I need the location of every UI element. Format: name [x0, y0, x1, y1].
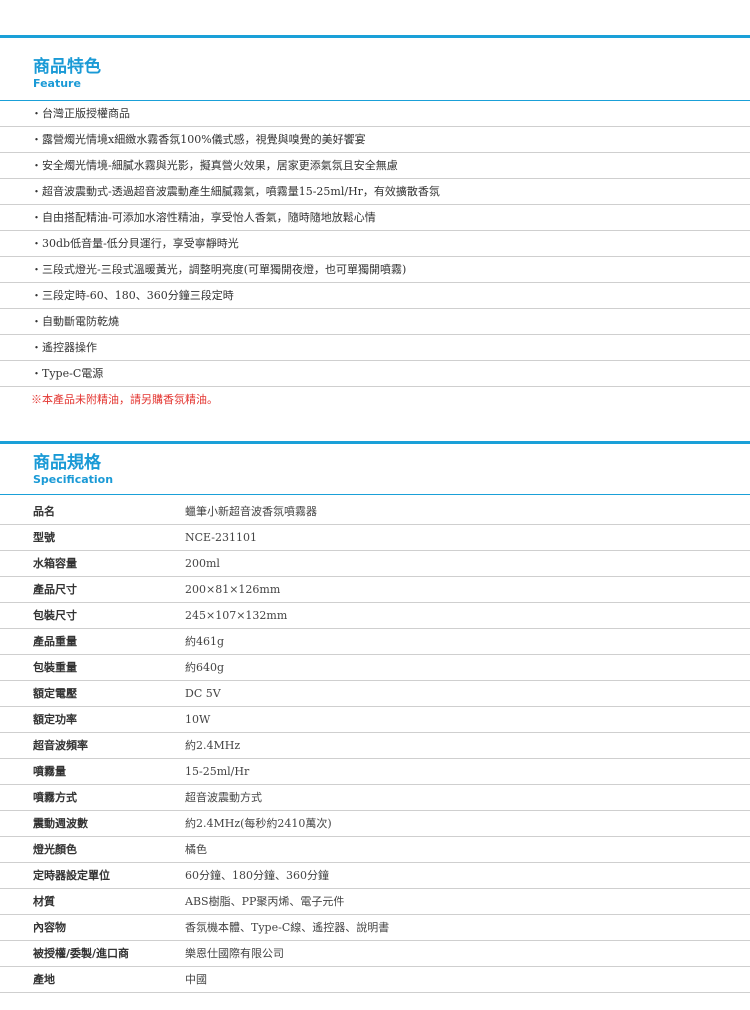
spec-value: 10W — [185, 713, 211, 726]
spec-value: 約640g — [185, 661, 225, 674]
spec-value: 15-25ml/Hr — [185, 765, 250, 778]
spec-row: 震動週波數 約2.4MHz(每秒約2410萬次) — [0, 811, 750, 837]
spec-key: 超音波頻率 — [33, 739, 88, 752]
spec-value: 超音波震動方式 — [185, 791, 262, 804]
spec-key: 噴霧方式 — [33, 791, 77, 804]
spec-row: 燈光顏色 橘色 — [0, 837, 750, 863]
spec-section: 商品規格 Specification 品名 蠟筆小新超音波香氛噴霧器 型號 NCE-… — [0, 441, 750, 993]
feature-item: ・自動斷電防乾燒 — [0, 309, 750, 335]
spec-row: 額定電壓 DC 5V — [0, 681, 750, 707]
spec-row: 品名 蠟筆小新超音波香氛噴霧器 — [0, 499, 750, 525]
spec-value: ABS樹脂、PP聚丙烯、電子元件 — [185, 895, 345, 908]
spec-value: 約461g — [185, 635, 225, 648]
spec-row: 額定功率 10W — [0, 707, 750, 733]
spec-row: 噴霧量 15-25ml/Hr — [0, 759, 750, 785]
feature-item: ・Type-C電源 — [0, 361, 750, 387]
spec-key: 定時器設定單位 — [33, 869, 110, 882]
feature-item: ・三段定時-60、180、360分鐘三段定時 — [0, 283, 750, 309]
feature-item: ・三段式燈光-三段式溫暖黃光，調整明亮度(可單獨開夜燈，也可單獨開噴霧) — [0, 257, 750, 283]
feature-note: ※本產品未附精油，請另購香氛精油。 — [31, 393, 218, 406]
spec-key: 包裝尺寸 — [33, 609, 77, 622]
spec-value: 橘色 — [185, 843, 207, 856]
spec-key: 燈光顏色 — [33, 843, 77, 856]
spec-row: 內容物 香氛機本體、Type-C線、遙控器、說明書 — [0, 915, 750, 941]
spec-table: 品名 蠟筆小新超音波香氛噴霧器 型號 NCE-231101 水箱容量 200ml 產品… — [0, 495, 750, 993]
feature-item: ・超音波震動式-透過超音波震動產生細膩霧氣，噴霧量15-25ml/Hr，有效擴散… — [0, 179, 750, 205]
spec-key: 震動週波數 — [33, 817, 88, 830]
spec-header: 商品規格 Specification — [0, 444, 750, 494]
spec-value: 中國 — [185, 973, 207, 986]
spec-value: 蠟筆小新超音波香氛噴霧器 — [185, 505, 317, 518]
spec-key: 產品重量 — [33, 635, 77, 648]
spec-key: 額定功率 — [33, 713, 77, 726]
spec-row: 超音波頻率 約2.4MHz — [0, 733, 750, 759]
spec-row: 噴霧方式 超音波震動方式 — [0, 785, 750, 811]
feature-list: ・台灣正版授權商品 ・露營燭光情境x細緻水霧香氛100%儀式感，視覺與嗅覺的美好… — [0, 101, 750, 413]
spec-key: 被授權/委製/進口商 — [33, 947, 130, 960]
feature-item: ・30db低音量-低分貝運行，享受寧靜時光 — [0, 231, 750, 257]
spec-key: 材質 — [33, 895, 55, 908]
spec-value: 香氛機本體、Type-C線、遙控器、說明書 — [185, 921, 390, 934]
spec-value: 200ml — [185, 557, 220, 570]
spec-value: DC 5V — [185, 687, 221, 700]
feature-item: ・安全燭光情境-細膩水霧與光影，擬真營火效果，居家更添氣氛且安全無慮 — [0, 153, 750, 179]
spec-key: 品名 — [33, 505, 55, 518]
spec-row: 被授權/委製/進口商 樂恩仕國際有限公司 — [0, 941, 750, 967]
spec-row: 水箱容量 200ml — [0, 551, 750, 577]
feature-header: 商品特色 Feature — [0, 38, 750, 100]
spec-title: 商品規格 — [33, 453, 101, 473]
feature-item: ・自由搭配精油-可添加水溶性精油，享受怡人香氣，隨時隨地放鬆心情 — [0, 205, 750, 231]
spec-value: 樂恩仕國際有限公司 — [185, 947, 284, 960]
feature-title: 商品特色 — [33, 57, 101, 77]
spec-key: 產地 — [33, 973, 55, 986]
spec-value: NCE-231101 — [185, 531, 257, 544]
feature-item: ・露營燭光情境x細緻水霧香氛100%儀式感，視覺與嗅覺的美好饗宴 — [0, 127, 750, 153]
spec-row: 產品重量 約461g — [0, 629, 750, 655]
feature-section: 商品特色 Feature ・台灣正版授權商品 ・露營燭光情境x細緻水霧香氛100… — [0, 35, 750, 413]
feature-subtitle: Feature — [33, 77, 81, 90]
spec-row: 包裝重量 約640g — [0, 655, 750, 681]
spec-row: 包裝尺寸 245×107×132mm — [0, 603, 750, 629]
spec-row: 型號 NCE-231101 — [0, 525, 750, 551]
spec-value: 245×107×132mm — [185, 609, 288, 622]
spec-value: 60分鐘、180分鐘、360分鐘 — [185, 869, 329, 882]
spec-value: 約2.4MHz(每秒約2410萬次) — [185, 817, 332, 830]
spec-row: 材質 ABS樹脂、PP聚丙烯、電子元件 — [0, 889, 750, 915]
spec-row: 產地 中國 — [0, 967, 750, 993]
spec-value: 200×81×126mm — [185, 583, 281, 596]
feature-item: ・台灣正版授權商品 — [0, 101, 750, 127]
spec-key: 噴霧量 — [33, 765, 66, 778]
spec-key: 型號 — [33, 531, 55, 544]
spec-key: 內容物 — [33, 921, 66, 934]
spec-row: 產品尺寸 200×81×126mm — [0, 577, 750, 603]
spec-key: 產品尺寸 — [33, 583, 77, 596]
spec-row: 定時器設定單位 60分鐘、180分鐘、360分鐘 — [0, 863, 750, 889]
spec-subtitle: Specification — [33, 473, 114, 486]
spec-key: 水箱容量 — [33, 557, 77, 570]
feature-item: ・遙控器操作 — [0, 335, 750, 361]
spec-key: 額定電壓 — [33, 687, 77, 700]
spec-key: 包裝重量 — [33, 661, 77, 674]
spec-value: 約2.4MHz — [185, 739, 241, 752]
